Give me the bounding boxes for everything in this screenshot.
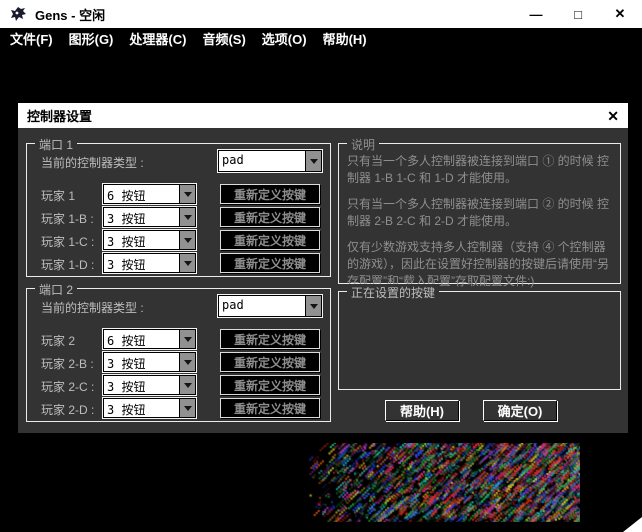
chevron-down-icon[interactable]: [179, 376, 195, 394]
chevron-down-icon[interactable]: [179, 399, 195, 417]
port2-type-select[interactable]: pad: [218, 295, 322, 317]
player1-buttons-value: 6 按钮: [104, 185, 179, 203]
player2d-redefine-button[interactable]: 重新定义按键: [220, 398, 320, 418]
port1-type-label: 当前的控制器类型 :: [41, 154, 144, 171]
menu-file[interactable]: 文件(F): [2, 28, 61, 51]
port2-legend: 端口 2: [35, 281, 77, 298]
player2b-buttons-value: 3 按钮: [104, 353, 179, 371]
dialog-body: 端口 1 当前的控制器类型 : pad 玩家 1 6 按钮 重新定义按键 玩家 …: [18, 128, 628, 433]
menu-cpu[interactable]: 处理器(C): [121, 28, 194, 51]
close-button[interactable]: ✕: [599, 0, 641, 28]
player2-buttons-value: 6 按钮: [104, 330, 179, 348]
help-button[interactable]: 帮助(H): [385, 400, 459, 421]
player1d-buttons-select[interactable]: 3 按钮: [103, 253, 196, 273]
port1-type-value: pad: [219, 151, 305, 171]
player2d-buttons-select[interactable]: 3 按钮: [103, 398, 196, 418]
player2b-label: 玩家 2-B :: [41, 355, 94, 372]
player1-buttons-select[interactable]: 6 按钮: [103, 184, 196, 204]
player1-redefine-button[interactable]: 重新定义按键: [220, 184, 320, 204]
player1d-buttons-value: 3 按钮: [104, 254, 179, 272]
player2d-buttons-value: 3 按钮: [104, 399, 179, 417]
dialog-titlebar: 控制器设置 ✕: [18, 103, 628, 128]
player2-redefine-button[interactable]: 重新定义按键: [220, 329, 320, 349]
notes-legend: 说明: [347, 136, 379, 153]
player1b-redefine-button[interactable]: 重新定义按键: [220, 207, 320, 227]
keys-being-set-group: 正在设置的按键: [338, 291, 621, 390]
player2c-buttons-value: 3 按钮: [104, 376, 179, 394]
player1c-buttons-value: 3 按钮: [104, 231, 179, 249]
chevron-down-icon[interactable]: [179, 254, 195, 272]
player2-label: 玩家 2: [41, 332, 75, 349]
window-titlebar: Gens - 空闲 — □ ✕: [0, 0, 642, 28]
window-title: Gens - 空闲: [35, 5, 105, 24]
player2c-redefine-button[interactable]: 重新定义按键: [220, 375, 320, 395]
ok-button[interactable]: 确定(O): [483, 400, 557, 421]
menu-help[interactable]: 帮助(H): [315, 28, 375, 51]
keys-legend: 正在设置的按键: [347, 284, 439, 301]
chevron-down-icon[interactable]: [179, 231, 195, 249]
menu-graphics[interactable]: 图形(G): [61, 28, 122, 51]
note-paragraph-2: 只有当一个多人控制器被连接到端口 ② 的时候 控制器 2-B 2-C 和 2-D…: [347, 196, 614, 230]
corner-cursor-wedge: [623, 517, 642, 532]
player1b-label: 玩家 1-B :: [41, 210, 94, 227]
note-paragraph-3: 仅有少数游戏支持多人控制器（支持 ④ 个控制器的游戏），因此在设置好控制器的按键…: [347, 239, 614, 290]
menu-bar: 文件(F) 图形(G) 处理器(C) 音频(S) 选项(O) 帮助(H): [0, 28, 642, 51]
menu-sound[interactable]: 音频(S): [194, 28, 253, 51]
emulator-noise-display: [308, 443, 580, 522]
player2b-redefine-button[interactable]: 重新定义按键: [220, 352, 320, 372]
player1-label: 玩家 1: [41, 187, 75, 204]
player2d-label: 玩家 2-D :: [41, 401, 94, 418]
maximize-button[interactable]: □: [557, 0, 599, 28]
note-paragraph-1: 只有当一个多人控制器被连接到端口 ① 的时候 控制器 1-B 1-C 和 1-D…: [347, 153, 614, 187]
chevron-down-icon[interactable]: [305, 296, 321, 316]
player1b-buttons-value: 3 按钮: [104, 208, 179, 226]
player2c-buttons-select[interactable]: 3 按钮: [103, 375, 196, 395]
port2-type-value: pad: [219, 296, 305, 316]
player2-buttons-select[interactable]: 6 按钮: [103, 329, 196, 349]
player1c-redefine-button[interactable]: 重新定义按键: [220, 230, 320, 250]
gens-app-icon: [10, 6, 27, 23]
player2c-label: 玩家 2-C :: [41, 378, 94, 395]
chevron-down-icon[interactable]: [179, 185, 195, 203]
dialog-title: 控制器设置: [27, 106, 92, 125]
port1-legend: 端口 1: [35, 136, 77, 153]
player1c-buttons-select[interactable]: 3 按钮: [103, 230, 196, 250]
chevron-down-icon[interactable]: [179, 330, 195, 348]
chevron-down-icon[interactable]: [179, 208, 195, 226]
dialog-close-icon[interactable]: ✕: [607, 109, 619, 123]
port1-type-select[interactable]: pad: [218, 150, 322, 172]
player1d-label: 玩家 1-D :: [41, 256, 94, 273]
chevron-down-icon[interactable]: [179, 353, 195, 371]
controller-settings-dialog: 控制器设置 ✕ 端口 1 当前的控制器类型 : pad 玩家 1 6 按钮 重新…: [18, 103, 628, 433]
chevron-down-icon[interactable]: [305, 151, 321, 171]
player1b-buttons-select[interactable]: 3 按钮: [103, 207, 196, 227]
player2b-buttons-select[interactable]: 3 按钮: [103, 352, 196, 372]
notes-group: 说明 只有当一个多人控制器被连接到端口 ① 的时候 控制器 1-B 1-C 和 …: [338, 143, 621, 284]
port1-group: 端口 1 当前的控制器类型 : pad 玩家 1 6 按钮 重新定义按键 玩家 …: [26, 143, 331, 277]
port2-group: 端口 2 当前的控制器类型 : pad 玩家 2 6 按钮 重新定义按键 玩家 …: [26, 288, 331, 422]
port2-type-label: 当前的控制器类型 :: [41, 299, 144, 316]
minimize-button[interactable]: —: [515, 0, 557, 28]
player1c-label: 玩家 1-C :: [41, 233, 94, 250]
player1d-redefine-button[interactable]: 重新定义按键: [220, 253, 320, 273]
menu-options[interactable]: 选项(O): [254, 28, 315, 51]
